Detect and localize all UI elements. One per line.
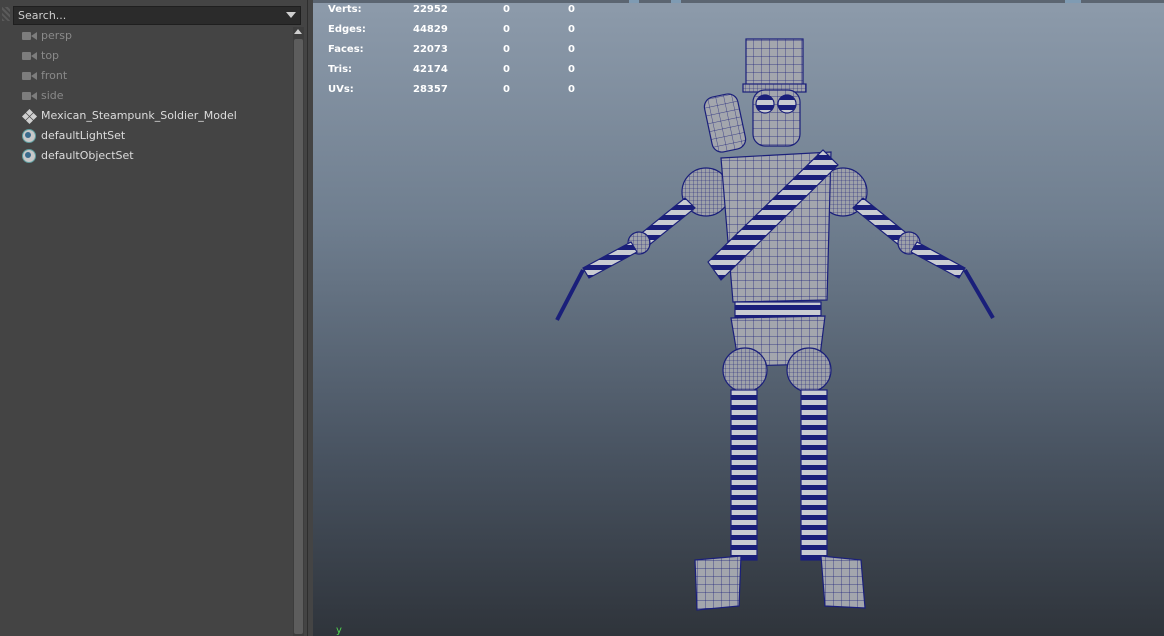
transform-group-icon	[21, 108, 38, 125]
panel-drag-handle[interactable]	[2, 7, 10, 21]
outliner-scrollbar[interactable]	[293, 27, 304, 636]
outliner-item-front[interactable]: front	[0, 66, 292, 86]
outliner-item-label: defaultLightSet	[41, 129, 126, 142]
outliner-item-top[interactable]: top	[0, 46, 292, 66]
eye-part	[755, 94, 775, 114]
outliner-item-label: Mexican_Steampunk_Soldier_Model	[41, 109, 237, 122]
camera-icon	[22, 29, 37, 43]
outliner-item-defaultobjectset[interactable]: defaultObjectSet	[0, 146, 292, 166]
hat-part	[745, 38, 804, 90]
outliner-panel: persp top front side Mexican_Steampunk_	[0, 0, 308, 636]
camera-icon	[22, 89, 37, 103]
outliner-item-label: top	[41, 49, 60, 62]
axis-indicator-y: y	[336, 625, 342, 636]
set-icon	[22, 129, 37, 143]
backpack-barrel-part	[703, 93, 747, 153]
foot-right-part	[820, 555, 866, 609]
outliner-search-row	[0, 4, 307, 26]
viewport-3d[interactable]: Verts: 22952 0 0 Edges: 44829 0 0 Faces:…	[313, 0, 1164, 636]
camera-icon	[22, 49, 37, 63]
camera-icon	[22, 69, 37, 83]
outliner-item-label: persp	[41, 29, 72, 42]
outliner-item-label: side	[41, 89, 64, 102]
waist-part	[734, 301, 822, 319]
scroll-up-arrow-icon[interactable]	[294, 29, 302, 34]
foot-left-part	[694, 555, 742, 611]
sword-right-part	[963, 268, 995, 320]
outliner-item-label: defaultObjectSet	[41, 149, 134, 162]
forearm-left-part	[582, 241, 638, 279]
outliner-item-side[interactable]: side	[0, 86, 292, 106]
outliner-item-model[interactable]: Mexican_Steampunk_Soldier_Model	[0, 106, 292, 126]
set-icon	[22, 149, 37, 163]
eye-part	[777, 94, 797, 114]
robot-wireframe-model[interactable]	[313, 0, 1164, 636]
outliner-tree: persp top front side Mexican_Steampunk_S…	[0, 26, 292, 166]
outliner-item-label: front	[41, 69, 68, 82]
scrollbar-thumb[interactable]	[294, 39, 303, 634]
hip-joint-part	[722, 347, 768, 393]
search-input[interactable]	[13, 6, 301, 25]
hip-joint-part	[786, 347, 832, 393]
leg-left-part	[730, 389, 758, 561]
leg-right-part	[800, 389, 828, 561]
chevron-down-icon[interactable]	[286, 12, 296, 18]
outliner-item-defaultlightset[interactable]: defaultLightSet	[0, 126, 292, 146]
outliner-item-persp[interactable]: persp	[0, 26, 292, 46]
sword-left-part	[555, 269, 585, 321]
forearm-right-part	[910, 241, 966, 279]
